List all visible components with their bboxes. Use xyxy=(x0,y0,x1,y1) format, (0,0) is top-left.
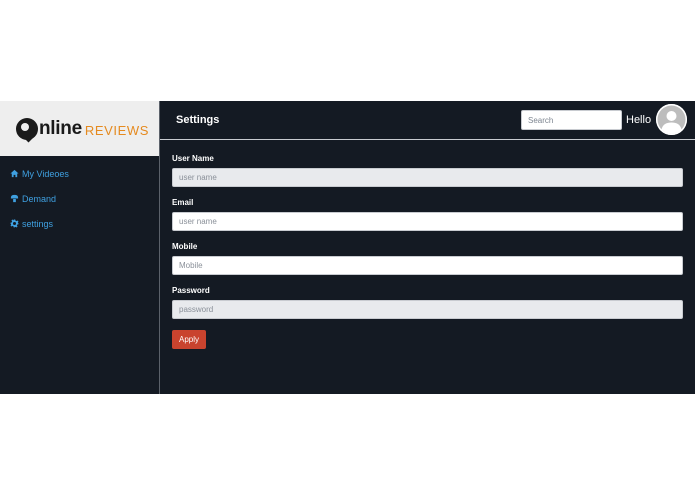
home-icon xyxy=(10,169,19,178)
sidebar-item-my-videoes[interactable]: My Videoes xyxy=(0,161,159,186)
gear-icon xyxy=(10,219,19,228)
demand-icon xyxy=(10,194,19,203)
search-input[interactable] xyxy=(521,110,622,130)
logo-text-main: nline xyxy=(39,117,82,139)
logo-mark-icon xyxy=(16,117,38,140)
app-window: nline REVIEWS My Videoes Demand settings… xyxy=(0,101,695,394)
sidebar-item-label: Demand xyxy=(22,193,57,204)
email-field[interactable] xyxy=(172,212,683,231)
sidebar-item-demand[interactable]: Demand xyxy=(0,186,159,211)
mobile-field[interactable] xyxy=(172,256,683,275)
user-name-label: User Name xyxy=(172,154,214,163)
page-title: Settings xyxy=(176,114,220,126)
user-avatar-icon xyxy=(656,104,687,135)
header: Settings Hello xyxy=(160,101,695,140)
greeting-text: Hello xyxy=(626,114,652,126)
sidebar-nav: My Videoes Demand settings xyxy=(0,156,159,236)
password-label: Password xyxy=(172,286,210,295)
apply-button[interactable]: Apply xyxy=(172,330,206,349)
mobile-label: Mobile xyxy=(172,242,198,251)
main-content: Settings Hello User Name Email Mobile Pa… xyxy=(160,101,695,394)
settings-form: User Name Email Mobile Password Apply xyxy=(160,140,695,349)
sidebar: nline REVIEWS My Videoes Demand settings xyxy=(0,101,160,394)
sidebar-item-settings[interactable]: settings xyxy=(0,211,159,236)
user-name-field[interactable] xyxy=(172,168,683,187)
sidebar-item-label: settings xyxy=(22,218,54,229)
avatar[interactable] xyxy=(656,104,687,135)
logo-text-sub: REVIEWS xyxy=(84,123,149,138)
email-label: Email xyxy=(172,198,194,207)
sidebar-item-label: My Videoes xyxy=(22,168,69,179)
logo[interactable]: nline REVIEWS xyxy=(0,101,159,156)
password-field[interactable] xyxy=(172,300,683,319)
